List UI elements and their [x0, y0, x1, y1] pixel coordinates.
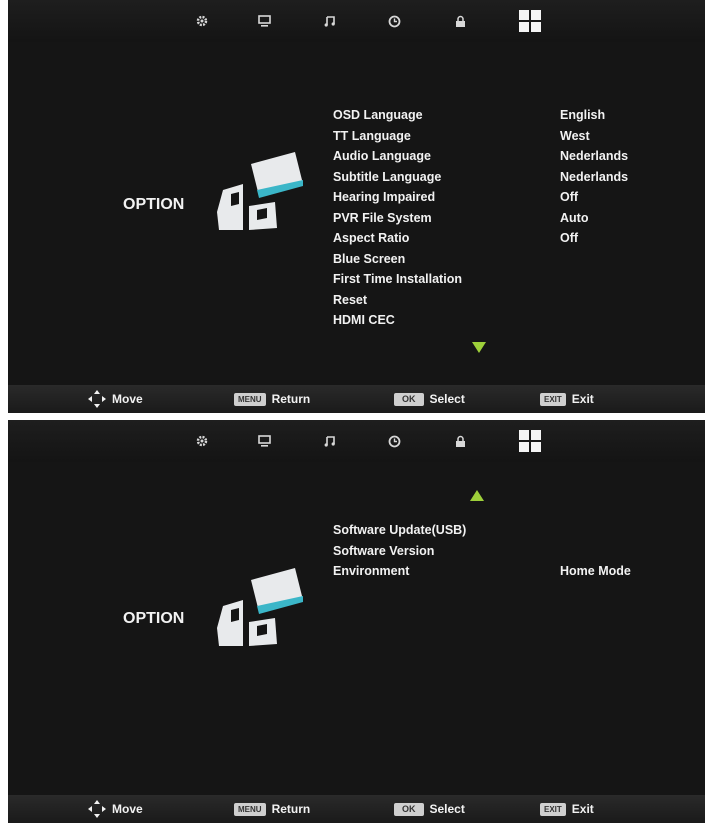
move-hint: Move: [88, 385, 143, 413]
scroll-down-arrow-icon[interactable]: [472, 342, 486, 353]
return-label: Return: [271, 802, 311, 816]
tab-display[interactable]: [244, 420, 284, 462]
menu-item-label: PVR File System: [333, 210, 432, 225]
menu-item-label: Software Version: [333, 543, 435, 558]
menu-item-software-update-usb[interactable]: Software Update(USB): [333, 520, 693, 541]
tab-picture[interactable]: [182, 0, 222, 42]
monitor-icon: [257, 435, 271, 447]
select-hint: OK Select: [394, 385, 465, 413]
clock-icon: [388, 15, 400, 27]
navigation-arrows-icon: [88, 800, 106, 818]
menu-item-value: Auto: [560, 210, 589, 225]
menu-item-label: Blue Screen: [333, 251, 406, 266]
clock-icon: [388, 435, 400, 447]
exit-hint: EXIT Exit: [540, 385, 594, 413]
scroll-up-arrow-icon[interactable]: [470, 490, 484, 501]
option-menu-list: Software Update(USB) Software Version En…: [333, 520, 693, 582]
tab-option[interactable]: [510, 0, 550, 42]
exit-key-icon: EXIT: [540, 392, 566, 406]
select-label: Select: [429, 802, 465, 816]
page-title: OPTION: [123, 610, 185, 627]
menu-key-icon: MENU: [234, 802, 266, 816]
option-category-icon: [217, 152, 303, 230]
menu-item-audio-language[interactable]: Audio Language Nederlands: [333, 146, 693, 167]
navigation-arrows-icon: [88, 390, 106, 408]
footer-help-bar: Move MENU Return OK Select EXIT Exit: [8, 385, 705, 413]
tab-sound[interactable]: [310, 0, 350, 42]
grid-icon: [519, 10, 541, 32]
return-label: Return: [271, 392, 311, 406]
tab-time[interactable]: [374, 420, 414, 462]
menu-item-value: English: [560, 108, 606, 122]
footer-help-bar: Move MENU Return OK Select EXIT Exit: [8, 795, 705, 823]
menu-item-hearing-impaired[interactable]: Hearing Impaired Off: [333, 187, 693, 208]
exit-label: Exit: [571, 802, 594, 816]
music-note-icon: [324, 436, 335, 447]
option-menu-list: OSD Language English TT Language West Audi…: [333, 105, 693, 331]
exit-key-icon: EXIT: [540, 802, 566, 816]
menu-item-first-time-installation[interactable]: First Time Installation: [333, 269, 693, 290]
tab-sound[interactable]: [310, 420, 350, 462]
menu-item-label: Software Update(USB): [333, 523, 467, 537]
menu-item-label: First Time Installation: [333, 272, 462, 286]
menu-item-label: Aspect Ratio: [333, 231, 410, 245]
monitor-icon: [257, 15, 271, 27]
menu-item-blue-screen[interactable]: Blue Screen: [333, 249, 693, 270]
gear-icon: [196, 15, 208, 27]
move-label: Move: [112, 802, 143, 816]
menu-key-icon: MENU: [234, 392, 266, 406]
menu-item-value: Off: [560, 231, 579, 245]
select-hint: OK Select: [394, 795, 465, 823]
ok-key-icon: OK: [394, 802, 424, 816]
tab-lock[interactable]: [440, 420, 480, 462]
menu-item-value: Home Mode: [560, 564, 631, 578]
return-hint: MENU Return: [234, 385, 310, 413]
menu-item-label: Audio Language: [333, 149, 431, 163]
music-note-icon: [324, 16, 335, 27]
menu-item-label: Environment: [333, 564, 410, 578]
option-menu-screen-page-1: OPTION OSD Language English TT Language We…: [8, 0, 705, 413]
menu-item-label: Reset: [333, 292, 368, 307]
ok-key-icon: OK: [394, 392, 424, 406]
tab-display[interactable]: [244, 0, 284, 42]
tab-time[interactable]: [374, 0, 414, 42]
menu-item-value: Nederlands: [560, 169, 629, 184]
menu-item-aspect-ratio[interactable]: Aspect Ratio Off: [333, 228, 693, 249]
tab-picture[interactable]: [182, 420, 222, 462]
return-hint: MENU Return: [234, 795, 310, 823]
menu-item-pvr-file-system[interactable]: PVR File System Auto: [333, 208, 693, 229]
menu-item-label: TT Language: [333, 128, 411, 143]
menu-item-label: Subtitle Language: [333, 169, 442, 184]
menu-item-label: Hearing Impaired: [333, 190, 436, 204]
move-label: Move: [112, 392, 143, 406]
menu-item-tt-language[interactable]: TT Language West: [333, 126, 693, 147]
menu-tab-bar: [8, 420, 705, 462]
grid-icon: [519, 430, 541, 452]
menu-item-osd-language[interactable]: OSD Language English: [333, 105, 693, 126]
tab-lock[interactable]: [440, 0, 480, 42]
menu-item-reset[interactable]: Reset: [333, 290, 693, 311]
exit-hint: EXIT Exit: [540, 795, 594, 823]
menu-item-hdmi-cec[interactable]: HDMI CEC: [333, 310, 693, 331]
lock-icon: [455, 15, 465, 27]
option-menu-screen-page-2: OPTION Software Update(USB) Software Ver…: [8, 420, 705, 823]
menu-item-label: HDMI CEC: [333, 313, 395, 327]
lock-icon: [455, 435, 465, 447]
option-category-icon: [217, 568, 303, 646]
move-hint: Move: [88, 795, 143, 823]
menu-item-value: West: [560, 128, 590, 143]
menu-item-software-version[interactable]: Software Version: [333, 541, 693, 562]
select-label: Select: [429, 392, 465, 406]
tab-option[interactable]: [510, 420, 550, 462]
menu-item-environment[interactable]: Environment Home Mode: [333, 561, 693, 582]
menu-item-subtitle-language[interactable]: Subtitle Language Nederlands: [333, 167, 693, 188]
page-title: OPTION: [123, 196, 185, 213]
menu-tab-bar: [8, 0, 705, 42]
menu-item-label: OSD Language: [333, 108, 423, 122]
exit-label: Exit: [571, 392, 594, 406]
menu-item-value: Off: [560, 190, 579, 204]
menu-item-value: Nederlands: [560, 149, 629, 163]
gear-icon: [196, 435, 208, 447]
